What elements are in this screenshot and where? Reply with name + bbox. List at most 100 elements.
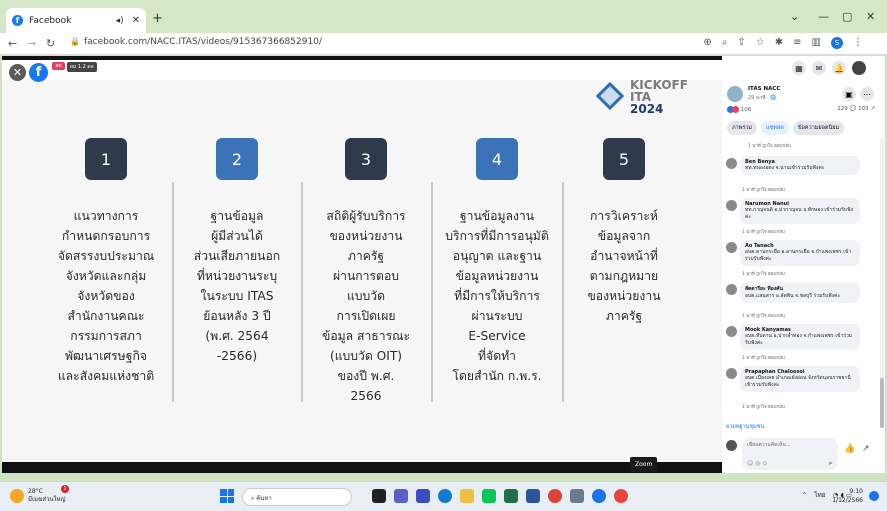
zoom-icon[interactable]: ⌕ — [722, 37, 728, 49]
teams-icon[interactable] — [394, 489, 408, 503]
send-icon[interactable]: ➤ — [828, 460, 833, 467]
weather-text: มีเมฆส่วนใหญ่ — [28, 496, 66, 503]
chrome-profile-icon[interactable] — [614, 489, 628, 503]
new-tab-button[interactable]: + — [152, 11, 163, 26]
ita-diamond-icon — [595, 81, 625, 111]
install-icon[interactable]: ⊕ — [703, 37, 711, 49]
taskbar-search[interactable]: ⌕ ค้นหา — [242, 488, 352, 506]
avatar[interactable] — [726, 242, 737, 253]
more-comments-link[interactable]: ผาดทฐานชุมชน — [726, 423, 764, 431]
browser-tab[interactable]: f Facebook ◂) ✕ — [6, 8, 146, 33]
comment-meta[interactable]: 1 นาที ถูกใจ ตอบกลับ — [748, 142, 791, 149]
tab-list-icon[interactable]: ⌄ — [790, 10, 799, 23]
comment-meta[interactable]: 1 นาที ถูกใจ ตอบกลับ — [742, 270, 785, 277]
word-icon[interactable] — [526, 489, 540, 503]
like-icon[interactable]: 👍 — [844, 444, 855, 454]
page-name[interactable]: ITAS NACC — [748, 86, 780, 92]
comment-list[interactable]: 1 นาที ถูกใจ ตอบกลับ Ben Benya ทท.ทนองอด… — [722, 138, 885, 438]
comment-meta[interactable]: 1 นาที ถูกใจ ตอบกลับ — [742, 186, 785, 193]
chip-live-chat[interactable]: แชทสด — [761, 121, 789, 135]
step-text-3: สถิติผู้รับบริการ ของหน่วยงาน ภาครัฐ ผ่า… — [322, 209, 410, 403]
video-top-bar: ✕ f สด ผม 1.2 ดล — [2, 56, 722, 82]
app-icon[interactable] — [416, 489, 430, 503]
forward-icon[interactable]: → — [27, 37, 36, 50]
close-video-icon[interactable]: ✕ — [9, 64, 26, 81]
video-player[interactable]: ✕ f สด ผม 1.2 ดล KICKOFF ITA 2024 1 แนวท… — [2, 56, 722, 473]
facebook-logo-icon[interactable]: f — [29, 63, 48, 82]
weather-widget[interactable]: 28°C มีเมฆส่วนใหญ่ — [10, 488, 66, 504]
notifications-icon[interactable]: 🔔 — [832, 61, 846, 75]
pinned-apps — [372, 489, 628, 503]
chip-top-comments[interactable]: ข้อความยอดนิยม — [792, 121, 845, 135]
close-window-button[interactable]: ✕ — [866, 10, 875, 23]
calculator-icon[interactable] — [570, 489, 584, 503]
zoom-app-icon[interactable] — [592, 489, 606, 503]
comment-bubble: Ao Tanach อบต.ดานกระยือ อ.ลานกระยือ จ.กำ… — [740, 240, 860, 266]
comment-filter-chips: ภาพรวม แชทสด ข้อความยอดนิยม — [727, 121, 845, 135]
more-options-icon[interactable]: ⋯ — [860, 87, 874, 101]
bookmark-icon[interactable]: ☆ — [756, 37, 765, 49]
facebook-icon: f — [12, 15, 23, 26]
url-field[interactable]: 🔒 facebook.com/NACC.ITAS/videos/915367366… — [70, 37, 322, 47]
comment-composer: เขียนความคิดเห็น... ☺ ◎ ⊙ ➤ 👍 ↗ — [726, 438, 881, 472]
speaker-icon[interactable]: ◂) — [116, 16, 124, 26]
excel-icon[interactable] — [504, 489, 518, 503]
tray-overflow-icon[interactable]: ⌃ — [802, 491, 807, 499]
reload-icon[interactable]: ↻ — [46, 37, 55, 50]
messenger-icon[interactable]: ✉ — [812, 61, 826, 75]
clock[interactable]: 9:10 1/12/2566 — [832, 487, 863, 505]
edge-icon[interactable] — [438, 489, 452, 503]
extensions-icon[interactable]: ✱ — [775, 37, 783, 49]
comment-meta[interactable]: 1 นาที ถูกใจ ตอบกลับ — [742, 312, 785, 319]
emoji-icon[interactable]: ☺ ◎ ⊙ — [747, 460, 767, 467]
reaction-summary[interactable]: 106 — [727, 106, 751, 113]
minimize-button[interactable]: — — [818, 10, 829, 23]
sidepanel-icon[interactable]: ▥ — [812, 37, 821, 49]
back-icon[interactable]: ← — [8, 37, 17, 50]
page-avatar[interactable] — [727, 86, 743, 102]
step-number-2: 2 — [216, 138, 258, 180]
zoom-tooltip: Zoom — [630, 457, 658, 472]
avatar[interactable] — [726, 368, 737, 379]
reading-list-icon[interactable]: ≡ — [793, 37, 801, 49]
chip-overview[interactable]: ภาพรวม — [727, 121, 758, 135]
engagement-stats: 229 💬 103 ↗ — [837, 106, 875, 112]
menu-grid-icon[interactable]: ▦ — [792, 61, 806, 75]
avatar[interactable] — [726, 284, 737, 295]
share-icon[interactable]: ⇪ — [737, 37, 745, 49]
avatar[interactable] — [726, 158, 737, 169]
comment-meta[interactable]: 1 นาที ถูกใจ ตอบกลับ — [742, 354, 785, 361]
scrollbar-thumb[interactable] — [880, 378, 884, 428]
step-text-2: ฐานข้อมูล ผู้มีส่วนได้ ส่วนเสียภายนอก ที… — [193, 209, 281, 363]
step-text-4: ฐานข้อมูลงาน บริการที่มีการอนุมัติ อนุญา… — [445, 209, 549, 383]
comment-meta[interactable]: 1 นาที ถูกใจ ตอบกลับ — [742, 403, 785, 410]
comments-scrollbar[interactable] — [880, 138, 884, 428]
task-view-icon[interactable] — [372, 489, 386, 503]
windows-start-icon[interactable] — [220, 489, 234, 503]
notification-center-icon[interactable] — [869, 491, 879, 501]
maximize-button[interactable]: ▢ — [842, 10, 852, 23]
share-arrow-icon[interactable]: ↗ — [862, 444, 870, 454]
language-indicator[interactable]: ไทย — [814, 490, 825, 500]
save-icon[interactable]: ▣ — [842, 87, 856, 101]
menu-icon[interactable]: ⋮ — [853, 37, 863, 49]
comment-input[interactable]: เขียนความคิดเห็น... ☺ ◎ ⊙ ➤ — [742, 438, 838, 470]
user-avatar — [726, 440, 737, 451]
slide-column-3: 3 สถิติผู้รับบริการ ของหน่วยงาน ภาครัฐ ผ… — [302, 138, 430, 406]
address-bar: ← → ↻ 🔒 facebook.com/NACC.ITAS/videos/915… — [0, 33, 887, 55]
account-avatar[interactable] — [852, 61, 866, 75]
windows-taskbar: 28°C มีเมฆส่วนใหญ่ 1 ⌕ ค้นหา ⌃ ไทย ◔ ◖ ▭ — [0, 481, 887, 511]
profile-avatar[interactable]: S — [831, 37, 843, 49]
close-tab-icon[interactable]: ✕ — [132, 15, 140, 26]
avatar[interactable] — [726, 326, 737, 337]
temperature: 28°C — [28, 488, 43, 495]
kickoff-ita-logo: KICKOFF ITA 2024 — [595, 78, 694, 118]
browser-toolbar: ⊕ ⌕ ⇪ ☆ ✱ ≡ ▥ S ⋮ — [703, 37, 863, 49]
line-icon[interactable] — [482, 489, 496, 503]
comment-meta[interactable]: 1 นาที ถูกใจ ตอบกลับ — [742, 228, 785, 235]
step-text-5: การวิเคราะห์ ข้อมูลจาก อำนาจหน้าที่ ตามก… — [587, 209, 661, 323]
avatar[interactable] — [726, 200, 737, 211]
chrome-icon[interactable] — [548, 489, 562, 503]
comment-bubble: Mook Kanyamas อบต.ทับดาน อ.ปากล้ำทอง จ.ก… — [740, 324, 860, 350]
file-explorer-icon[interactable] — [460, 489, 474, 503]
